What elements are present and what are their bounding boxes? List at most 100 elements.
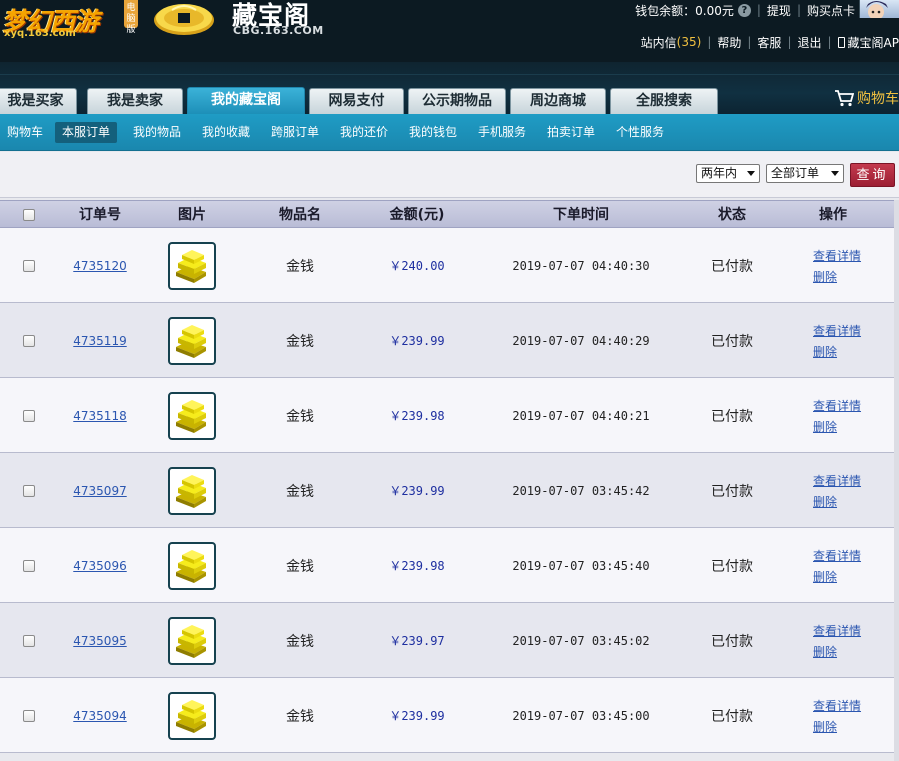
xyq-logo[interactable]: 梦幻西游 电脑版 xyq.163.com: [0, 0, 148, 42]
delete-link[interactable]: 删除: [813, 643, 837, 660]
divider: |: [796, 3, 801, 17]
status-badge: 已付款: [711, 333, 753, 350]
subnav-personal[interactable]: 个性服务: [609, 122, 671, 143]
actions-cell: 查看详情 删除: [813, 603, 893, 678]
subnav-server-orders[interactable]: 本服订单: [55, 122, 118, 143]
item-name: 金钱: [286, 483, 314, 500]
question-icon[interactable]: ?: [737, 3, 751, 17]
order-id-link[interactable]: 4735096: [73, 559, 126, 573]
select-all-checkbox[interactable]: [23, 209, 35, 221]
item-thumbnail[interactable]: [168, 316, 216, 365]
item-thumbnail[interactable]: [168, 691, 216, 740]
subnav-mobile[interactable]: 手机服务: [471, 122, 533, 143]
order-id-link[interactable]: 4735119: [73, 334, 126, 348]
cart-link[interactable]: 购物车: [834, 88, 899, 108]
subnav-favorites[interactable]: 我的收藏: [195, 122, 257, 143]
view-details-link[interactable]: 查看详情: [813, 547, 861, 564]
tab-all-search[interactable]: 全服搜索: [610, 88, 718, 114]
row-select-cell: [0, 303, 58, 378]
item-name-cell: 金钱: [242, 528, 358, 603]
item-thumbnail[interactable]: [168, 391, 216, 440]
order-id-link[interactable]: 4735095: [73, 634, 126, 648]
subnav-cross-orders[interactable]: 跨服订单: [264, 122, 326, 143]
delete-link[interactable]: 删除: [813, 268, 837, 285]
tab-buyer[interactable]: 我是买家: [0, 88, 77, 114]
tab-netease-pay[interactable]: 网易支付: [309, 88, 404, 114]
tab-public-items[interactable]: 公示期物品: [408, 88, 506, 114]
image-cell: [142, 378, 242, 453]
item-thumbnail[interactable]: [168, 466, 216, 515]
subnav-auction[interactable]: 拍卖订单: [540, 122, 602, 143]
col-amount: 金额(元): [389, 207, 445, 223]
item-thumbnail[interactable]: [168, 541, 216, 590]
tab-seller[interactable]: 我是卖家: [87, 88, 183, 114]
view-details-link[interactable]: 查看详情: [813, 397, 861, 414]
tab-mall[interactable]: 周边商城: [510, 88, 606, 114]
divider: |: [747, 35, 752, 49]
subnav-bargains[interactable]: 我的还价: [333, 122, 395, 143]
row-checkbox[interactable]: [23, 709, 35, 722]
amount-value: ￥239.99: [389, 709, 445, 723]
help-link[interactable]: 帮助: [717, 34, 741, 51]
xyq-badge: 电脑版: [124, 0, 138, 35]
view-details-link[interactable]: 查看详情: [813, 472, 861, 489]
table-row: 4735096 金钱 ￥239.98 2019-07-07 03:45:40 已…: [0, 528, 894, 603]
order-id-link[interactable]: 4735097: [73, 484, 126, 498]
order-id-cell: 4735118: [58, 378, 142, 453]
delete-link[interactable]: 删除: [813, 718, 837, 735]
avatar[interactable]: [859, 0, 899, 18]
amount-value: ￥240.00: [389, 259, 445, 273]
shopping-cart-icon: [835, 90, 854, 107]
order-time: 2019-07-07 04:40:29: [512, 333, 650, 348]
view-details-link[interactable]: 查看详情: [813, 247, 861, 264]
row-checkbox[interactable]: [23, 559, 35, 572]
subnav-wallet[interactable]: 我的钱包: [402, 122, 464, 143]
amount-cell: ￥239.98: [358, 528, 476, 603]
divider: |: [756, 3, 761, 17]
delete-link[interactable]: 删除: [813, 493, 837, 510]
item-thumbnail[interactable]: [168, 241, 216, 290]
delete-link[interactable]: 删除: [813, 418, 837, 435]
subnav-my-items[interactable]: 我的物品: [126, 122, 188, 143]
subnav-cart[interactable]: 购物车: [0, 122, 50, 143]
tab-my-cbg[interactable]: 我的藏宝阁: [187, 87, 305, 114]
row-checkbox[interactable]: [23, 634, 35, 647]
row-checkbox[interactable]: [23, 484, 35, 497]
order-id-link[interactable]: 4735120: [73, 259, 126, 273]
view-details-link[interactable]: 查看详情: [813, 622, 861, 639]
row-checkbox[interactable]: [23, 259, 35, 272]
withdraw-link[interactable]: 提现: [767, 2, 791, 19]
order-id-link[interactable]: 4735094: [73, 709, 126, 723]
cbg-logo[interactable]: 藏宝阁 CBG.163.COM: [150, 0, 340, 42]
status-badge: 已付款: [711, 258, 753, 275]
delete-link[interactable]: 删除: [813, 568, 837, 585]
filter-bar: 两年内 全部订单 查询: [0, 152, 899, 198]
row-checkbox[interactable]: [23, 334, 35, 347]
item-thumbnail[interactable]: [168, 616, 216, 665]
view-details-link[interactable]: 查看详情: [813, 697, 861, 714]
logout-link[interactable]: 退出: [797, 34, 821, 51]
user-links: 站内信 (35) | 帮助 | 客服 | 退出 | 藏宝阁AP: [641, 33, 899, 51]
item-name: 金钱: [286, 708, 314, 725]
order-id-link[interactable]: 4735118: [73, 409, 126, 423]
time-range-select[interactable]: 两年内: [696, 164, 760, 183]
service-link[interactable]: 客服: [757, 34, 781, 51]
buy-card-link[interactable]: 购买点卡: [807, 2, 855, 19]
delete-link[interactable]: 删除: [813, 343, 837, 360]
col-order-id: 订单号: [79, 207, 121, 223]
app-link[interactable]: 藏宝阁AP: [848, 34, 899, 51]
inbox-count[interactable]: (35): [677, 35, 702, 49]
inbox-link[interactable]: 站内信: [641, 34, 677, 51]
status-badge: 已付款: [711, 408, 753, 425]
divider: |: [787, 35, 792, 49]
order-time: 2019-07-07 04:40:21: [512, 408, 650, 423]
row-checkbox[interactable]: [23, 409, 35, 422]
query-button[interactable]: 查询: [850, 163, 895, 187]
status-cell: 已付款: [686, 303, 778, 378]
view-details-link[interactable]: 查看详情: [813, 322, 861, 339]
row-select-cell: [0, 528, 58, 603]
scrollbar-track[interactable]: [894, 200, 899, 761]
order-id-cell: 4735120: [58, 228, 142, 303]
order-type-select[interactable]: 全部订单: [766, 164, 844, 183]
gold-bars-icon: [176, 399, 206, 433]
